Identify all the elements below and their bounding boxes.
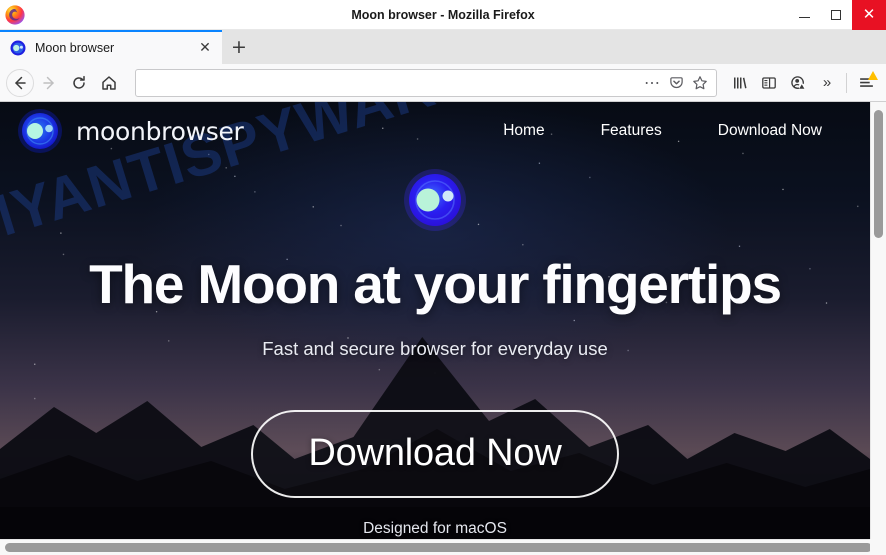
browser-window: Moon browser - Mozilla Firefox ✕ Moon br… [0,0,886,555]
horizontal-scrollbar[interactable] [0,539,886,555]
minimize-button[interactable] [788,0,820,30]
hamburger-menu-icon[interactable] [852,69,880,97]
moonbrowser-favicon-icon [10,40,26,56]
account-warning-icon[interactable] [784,69,812,97]
horizontal-scrollbar-thumb[interactable] [5,543,872,552]
update-warning-badge [868,70,878,80]
maximize-button[interactable] [820,0,852,30]
tab-strip: Moon browser ✕ + [0,30,886,64]
close-icon: ✕ [862,5,876,23]
close-button[interactable]: ✕ [852,0,886,30]
reload-button[interactable] [64,68,94,98]
minimize-icon [798,17,810,18]
toolbar-divider [846,72,847,93]
title-bar: Moon browser - Mozilla Firefox ✕ [0,0,886,30]
reload-icon [73,75,85,89]
back-button[interactable] [6,68,34,97]
maximize-icon [831,9,841,20]
scrollbar-corner [870,539,886,555]
sidebar-icon[interactable] [755,69,783,97]
content-viewport: MYANTISPYWARE.COM moonbrowser Home Featu… [0,102,886,539]
forward-button[interactable] [34,68,64,98]
home-icon [102,75,116,90]
hero-subtitle: Fast and secure browser for everyday use [262,337,608,359]
navigation-toolbar: ⋯ » [0,64,886,102]
window-title: Moon browser - Mozilla Firefox [351,7,535,22]
moonbrowser-landing-page: MYANTISPYWARE.COM moonbrowser Home Featu… [0,102,870,539]
url-input[interactable] [146,69,641,96]
nav-link-download-now[interactable]: Download Now [718,122,822,140]
moonbrowser-logo-icon [16,107,64,155]
vertical-scrollbar-thumb[interactable] [874,110,883,238]
nav-link-features[interactable]: Features [601,122,662,140]
firefox-logo-icon [4,4,26,26]
site-navigation: Home Features Download Now [503,122,822,140]
home-button[interactable] [94,68,124,98]
vertical-scrollbar[interactable] [870,102,886,539]
nav-link-home[interactable]: Home [503,122,544,140]
download-now-button[interactable]: Download Now [251,409,619,498]
hero-platform-note: Designed for macOS [363,519,507,537]
tab-moon-browser[interactable]: Moon browser ✕ [0,30,222,64]
bookmark-star-icon[interactable] [689,72,711,94]
brand-name: moonbrowser [76,116,244,146]
overflow-chevron-icon[interactable]: » [813,69,841,97]
new-tab-button[interactable]: + [222,32,256,62]
page-actions-icon[interactable]: ⋯ [641,72,663,94]
moonbrowser-hero-logo-icon [401,166,469,234]
toolbar-right-icons: » [726,69,880,97]
library-icon[interactable] [726,69,754,97]
pocket-icon[interactable] [665,72,687,94]
back-arrow-icon [15,76,26,89]
url-bar-icons: ⋯ [641,72,711,94]
site-header: moonbrowser Home Features Download Now [0,102,870,160]
cta-container: Download Now [0,409,870,498]
hero-section: The Moon at your fingertips Fast and sec… [0,160,870,538]
tab-title: Moon browser [35,41,115,55]
url-bar[interactable]: ⋯ [135,68,717,97]
forward-arrow-icon [43,76,54,89]
window-controls: ✕ [788,0,886,30]
hero-title: The Moon at your fingertips [89,253,782,315]
tab-close-icon[interactable]: ✕ [196,39,214,57]
brand-logo-group[interactable]: moonbrowser [16,107,244,155]
